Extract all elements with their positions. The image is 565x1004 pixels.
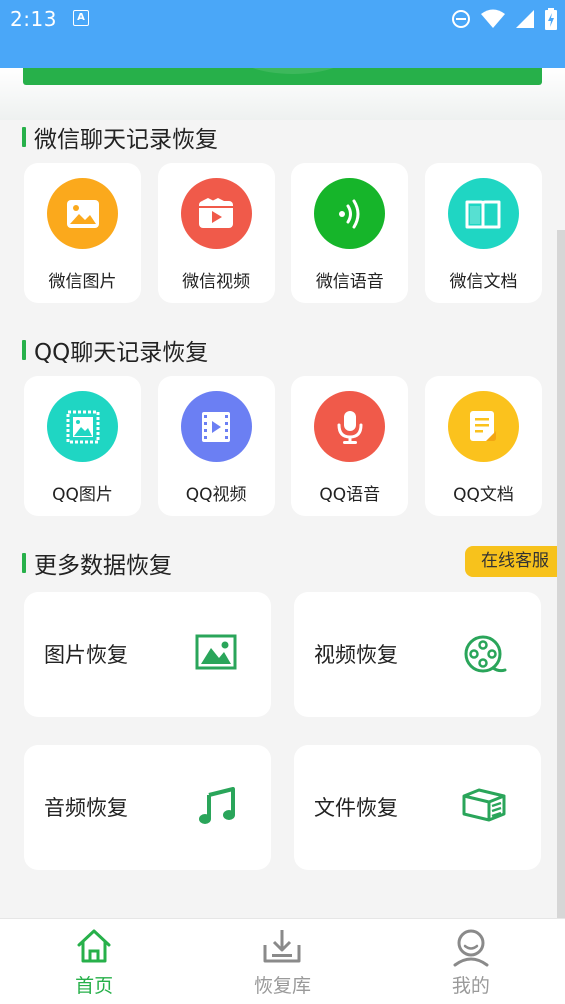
video-icon	[180, 178, 252, 249]
card-label: 视频恢复	[314, 643, 398, 667]
notification-icon: A	[73, 10, 89, 26]
nav-recovery-library[interactable]: 恢复库	[188, 919, 376, 1004]
wechat-image-card[interactable]: 微信图片	[24, 163, 141, 303]
bottom-nav: 首页 恢复库 我的	[0, 918, 565, 1004]
section-title-text: QQ聊天记录恢复	[34, 340, 209, 366]
status-bar: 2:13 A	[0, 0, 565, 68]
card-label: 微信图片	[48, 272, 117, 292]
online-service-button[interactable]: 在线客服	[465, 546, 565, 577]
wechat-video-card[interactable]: 微信视频	[157, 163, 275, 303]
status-icons	[451, 7, 557, 31]
qq-doc-card[interactable]: QQ文档	[424, 376, 542, 516]
qq-section-title: QQ聊天记录恢复	[22, 335, 209, 366]
qq-video-card[interactable]: QQ视频	[157, 376, 275, 516]
section-title-text: 微信聊天记录恢复	[34, 127, 218, 153]
stamp-image-icon	[47, 391, 118, 462]
wechat-doc-card[interactable]: 微信文档	[424, 163, 542, 303]
card-label: QQ视频	[185, 485, 247, 505]
card-label: 微信视频	[182, 272, 251, 292]
file-stack-icon	[462, 788, 506, 822]
home-icon	[77, 929, 111, 963]
card-label: 微信文档	[449, 272, 518, 292]
scrollbar[interactable]	[557, 230, 565, 918]
wifi-icon	[481, 9, 505, 28]
section-title-text: 更多数据恢复	[34, 553, 172, 579]
section-accent-bar	[22, 127, 26, 147]
image-recovery-card[interactable]: 图片恢复	[24, 592, 271, 717]
wechat-grid: 微信图片 微信视频 微信语音 微信文档	[24, 163, 542, 303]
card-label: 音频恢复	[44, 796, 128, 820]
nav-label: 恢复库	[253, 975, 311, 997]
status-time: 2:13	[10, 7, 57, 31]
nav-home[interactable]: 首页	[0, 919, 188, 1004]
banner-area	[0, 68, 565, 120]
section-accent-bar	[22, 553, 26, 573]
film-reel-icon	[464, 635, 507, 673]
file-recovery-card[interactable]: 文件恢复	[294, 745, 541, 870]
card-label: QQ图片	[52, 485, 113, 505]
signal-icon	[516, 10, 534, 28]
card-label: QQ文档	[453, 485, 514, 505]
music-note-icon	[199, 787, 235, 824]
document-icon	[447, 391, 519, 462]
more-section-title: 更多数据恢复	[22, 548, 172, 579]
qq-image-card[interactable]: QQ图片	[24, 376, 141, 516]
section-accent-bar	[22, 340, 26, 360]
wechat-section-title: 微信聊天记录恢复	[22, 122, 218, 153]
banner[interactable]	[23, 68, 542, 85]
book-icon	[447, 178, 519, 249]
card-label: 图片恢复	[44, 643, 128, 667]
download-tray-icon	[263, 930, 301, 963]
voice-icon	[314, 178, 386, 249]
nav-profile[interactable]: 我的	[377, 919, 565, 1004]
card-label: QQ语音	[319, 485, 381, 505]
qq-voice-card[interactable]: QQ语音	[291, 376, 409, 516]
card-label: 文件恢复	[314, 796, 398, 820]
nav-label: 我的	[451, 975, 490, 997]
user-icon	[453, 929, 489, 967]
video-recovery-card[interactable]: 视频恢复	[294, 592, 541, 717]
audio-recovery-card[interactable]: 音频恢复	[24, 745, 271, 870]
microphone-icon	[314, 391, 386, 462]
film-icon	[180, 391, 252, 462]
card-label: 微信语音	[315, 272, 384, 292]
qq-grid: QQ图片 QQ视频 QQ语音 QQ文档	[24, 376, 542, 516]
picture-icon	[195, 634, 237, 670]
nav-label: 首页	[75, 975, 114, 997]
image-icon	[47, 178, 118, 249]
battery-icon	[545, 8, 557, 30]
app-screen: 2:13 A 微信聊天记录恢复 微信图片 微信视频 微信语音 微信文档 QQ聊天…	[0, 0, 565, 1004]
do-not-disturb-icon	[452, 10, 470, 28]
wechat-voice-card[interactable]: 微信语音	[291, 163, 409, 303]
